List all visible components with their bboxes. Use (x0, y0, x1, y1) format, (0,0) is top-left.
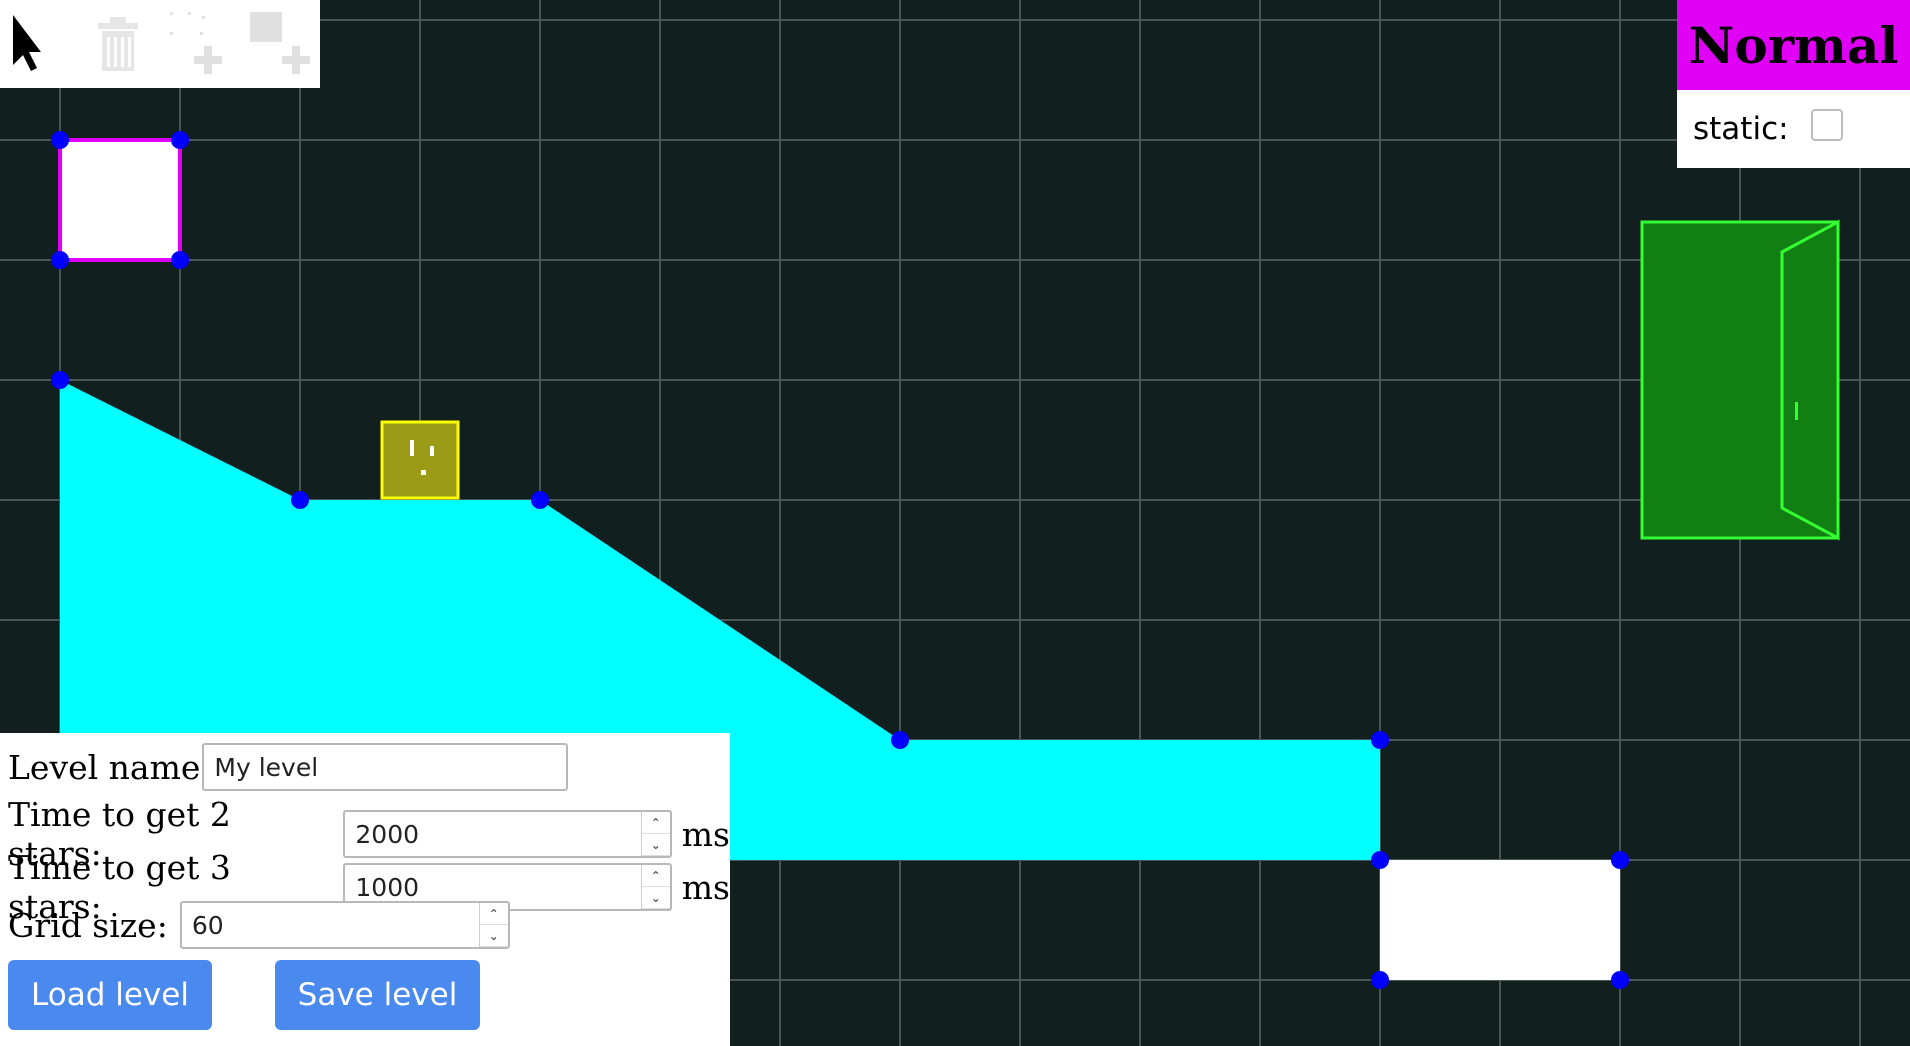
exit-door[interactable] (1640, 219, 1840, 541)
vertex-handle (51, 251, 69, 269)
add-polygon-tool[interactable] (160, 0, 240, 88)
add-polygon-icon (170, 12, 222, 74)
vertex-handle (891, 731, 909, 749)
grid-size-value: 60 (191, 910, 224, 940)
three-stars-spinner[interactable]: ⌃ ⌄ (640, 865, 670, 909)
level-name-input[interactable]: My level (202, 743, 569, 791)
mode-panel: Normal static: (1677, 0, 1910, 168)
vertex-handle (1611, 851, 1629, 869)
add-rectangle-icon (250, 12, 310, 74)
selected-block[interactable] (58, 138, 182, 262)
chevron-up-icon[interactable]: ⌃ (479, 903, 508, 925)
level-name-label: Level name (8, 747, 201, 787)
select-cursor-tool[interactable] (0, 0, 50, 88)
three-stars-value: 1000 (355, 872, 420, 902)
grid-size-label: Grid size: (8, 905, 168, 945)
save-level-button[interactable]: Save level (275, 960, 480, 1030)
two-stars-value: 2000 (355, 819, 420, 849)
white-block[interactable] (1380, 860, 1620, 980)
grid-size-row: Grid size: 60 ⌃ ⌄ (8, 901, 510, 949)
player-character[interactable] (380, 420, 460, 500)
select-cursor-icon (13, 15, 41, 71)
three-stars-unit: ms (681, 867, 730, 907)
level-name-value: My level (214, 752, 319, 782)
grid-size-input[interactable]: 60 ⌃ ⌄ (179, 901, 510, 949)
level-settings-panel: Level name My level Time to get 2 stars:… (0, 733, 730, 1046)
vertex-handle (1371, 731, 1389, 749)
vertex-handle (171, 131, 189, 149)
load-level-button[interactable]: Load level (8, 960, 212, 1030)
vertex-handle (1611, 971, 1629, 989)
toolbar (0, 0, 320, 88)
static-row: static: (1677, 90, 1910, 168)
chevron-down-icon[interactable]: ⌄ (641, 887, 670, 909)
static-checkbox[interactable] (1810, 109, 1843, 141)
vertex-handle (1371, 971, 1389, 989)
chevron-down-icon[interactable]: ⌄ (479, 925, 508, 947)
static-label: static: (1693, 111, 1789, 147)
grid-size-spinner[interactable]: ⌃ ⌄ (478, 903, 508, 947)
delete-tool[interactable] (88, 0, 148, 88)
vertex-handle (531, 491, 549, 509)
chevron-up-icon[interactable]: ⌃ (641, 865, 670, 887)
vertex-handle (51, 371, 69, 389)
vertex-handle (171, 251, 189, 269)
vertex-handle (291, 491, 309, 509)
vertex-handle (1371, 851, 1389, 869)
level-name-row: Level name My level (8, 743, 569, 791)
add-rectangle-tool[interactable] (240, 0, 320, 88)
chevron-up-icon[interactable]: ⌃ (641, 812, 670, 834)
trash-icon (98, 17, 138, 71)
vertex-handle (51, 131, 69, 149)
mode-indicator[interactable]: Normal (1677, 0, 1910, 90)
